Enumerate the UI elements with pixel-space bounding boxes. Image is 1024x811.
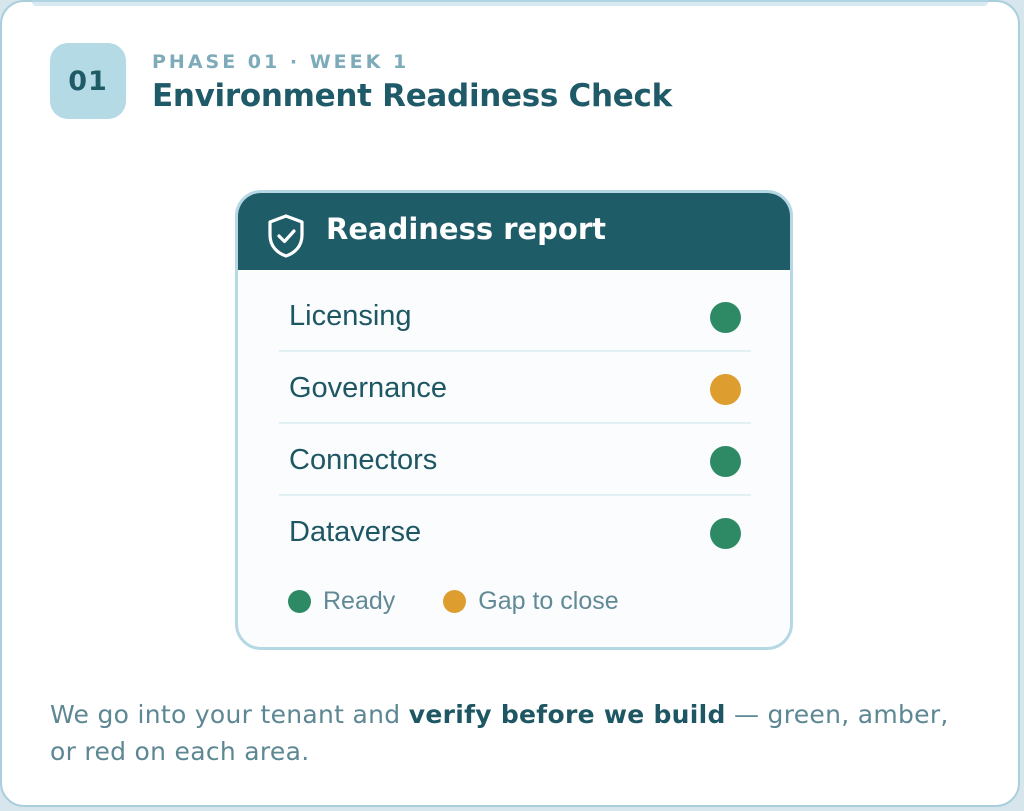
legend-label: Gap to close <box>478 586 619 615</box>
caption-emphasis: verify before we build <box>408 700 726 729</box>
status-dot-gap <box>710 374 741 405</box>
phase-card: 01 PHASE 01 · WEEK 1 Environment Readine… <box>0 0 1020 807</box>
readiness-row-connectors: Connectors <box>279 424 751 496</box>
status-dot-ready <box>710 518 741 549</box>
readiness-row-dataverse: Dataverse <box>279 496 751 568</box>
status-dot-ready <box>710 446 741 477</box>
readiness-row-governance: Governance <box>279 352 751 424</box>
status-legend: Ready Gap to close <box>288 586 667 616</box>
readiness-list: Licensing Governance Connectors Datavers… <box>279 280 751 568</box>
readiness-report-card: Readiness report Licensing Governance Co… <box>235 190 793 650</box>
status-dot-ready <box>710 302 741 333</box>
report-title: Readiness report <box>326 212 607 246</box>
description-text: We go into your tenant and verify before… <box>50 696 950 770</box>
phase-number-badge: 01 <box>50 43 126 119</box>
legend-item-ready: Ready <box>288 587 395 616</box>
row-label: Governance <box>289 372 447 404</box>
shield-check-icon <box>268 214 304 258</box>
phase-number: 01 <box>68 65 108 97</box>
readiness-row-licensing: Licensing <box>279 280 751 352</box>
legend-dot-ready <box>288 589 311 613</box>
caption-text-start: We go into your tenant and <box>50 700 409 729</box>
legend-item-gap: Gap to close <box>443 586 619 616</box>
report-header: Readiness report <box>238 193 790 270</box>
phase-eyebrow: PHASE 01 · WEEK 1 <box>152 51 410 73</box>
row-label: Dataverse <box>289 516 422 548</box>
row-label: Connectors <box>289 444 438 476</box>
legend-dot-gap <box>443 589 467 613</box>
row-label: Licensing <box>289 300 412 332</box>
page-title: Environment Readiness Check <box>152 78 672 114</box>
legend-label: Ready <box>323 586 396 615</box>
